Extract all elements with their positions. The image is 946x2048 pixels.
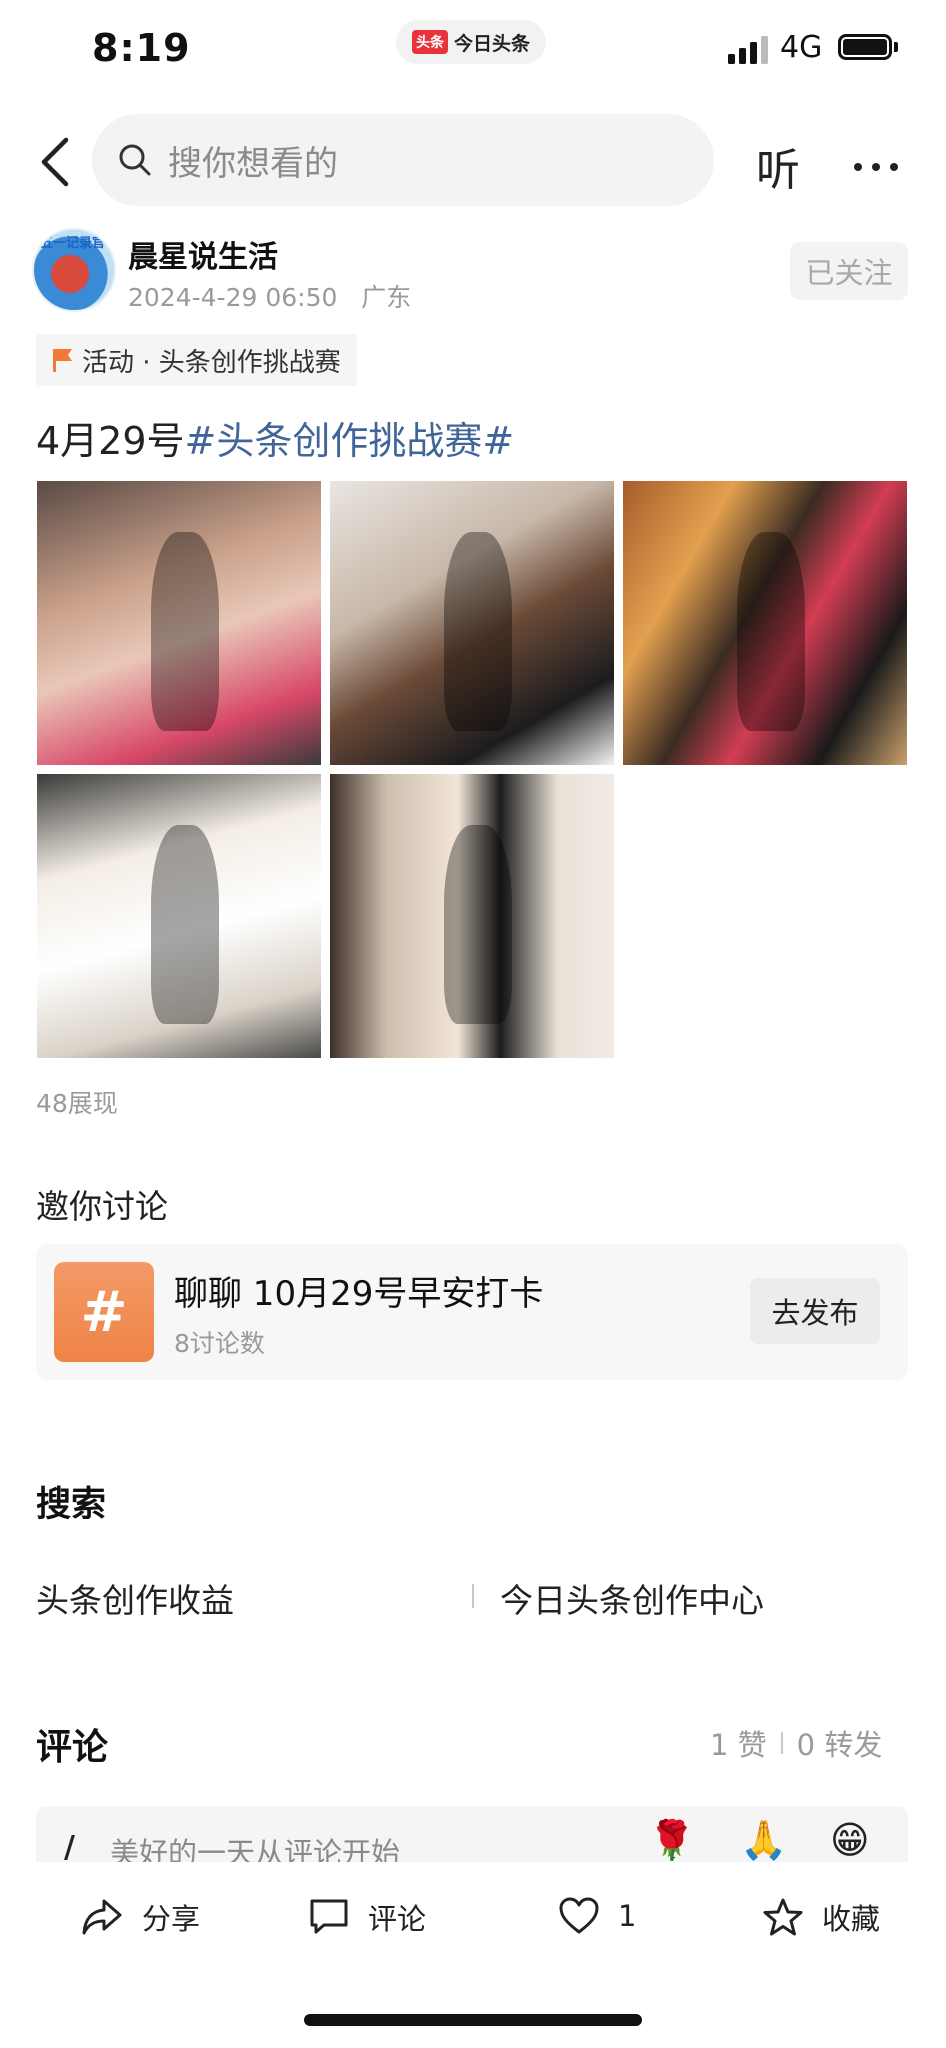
post-image-3[interactable] — [623, 481, 907, 765]
back-arrow-icon[interactable] — [36, 136, 72, 188]
view-count: 48展现 — [36, 1089, 118, 1118]
post-date: 2024-4-29 06:50 — [128, 283, 338, 312]
collect-button[interactable]: 收藏 — [762, 1896, 880, 1938]
flag-icon — [53, 349, 72, 372]
hashtag-link[interactable]: #头条创作挑战赛# — [185, 419, 515, 463]
share-button[interactable]: 分享 — [80, 1896, 200, 1938]
divider — [472, 1584, 474, 1608]
home-indicator[interactable] — [304, 2014, 642, 2026]
network-type: 4G — [780, 30, 823, 65]
more-icon[interactable] — [854, 156, 908, 175]
battery-cap — [894, 42, 898, 52]
search-icon — [119, 144, 151, 176]
search-bar[interactable]: 搜你想看的 — [92, 114, 714, 206]
heart-icon — [559, 1897, 599, 1934]
battery-icon — [838, 34, 892, 60]
toutiao-logo: 头条 — [411, 30, 448, 54]
pen-icon: / — [64, 1830, 75, 1865]
post-text-prefix: 4月29号 — [36, 419, 185, 463]
discussion-topic[interactable]: 聊聊 10月29号早安打卡 — [174, 1266, 543, 1315]
star-icon — [763, 1898, 803, 1936]
like-count: 1 — [618, 1899, 637, 1933]
comment-button[interactable]: 评论 — [308, 1896, 426, 1938]
like-button[interactable]: 1 — [558, 1896, 636, 1936]
activity-label: 活动 · 头条创作挑战赛 — [82, 347, 341, 378]
pray-emoji-button[interactable]: 🙏 — [740, 1818, 787, 1863]
post-meta: 2024-4-29 06:50 广东 — [128, 278, 411, 314]
activity-tag[interactable]: 活动 · 头条创作挑战赛 — [36, 334, 357, 386]
signal-icon — [728, 36, 768, 64]
post-text: 4月29号#头条创作挑战赛# — [36, 410, 514, 465]
comment-icon — [310, 1899, 348, 1934]
comments-title: 评论 — [36, 1727, 109, 1768]
search-placeholder: 搜你想看的 — [168, 143, 338, 184]
reposts-stat: 0 转发 — [796, 1728, 883, 1762]
status-time: 8:19 — [92, 26, 191, 70]
post-location: 广东 — [361, 283, 412, 312]
share-label: 分享 — [142, 1902, 201, 1936]
collect-label: 收藏 — [822, 1902, 881, 1936]
post-image-1[interactable] — [37, 481, 321, 765]
discussion-title: 邀你讨论 — [36, 1187, 168, 1226]
search-section-title: 搜索 — [36, 1485, 107, 1525]
avatar[interactable]: 五一记录官 — [32, 228, 116, 312]
author-name[interactable]: 晨星说生活 — [128, 232, 278, 276]
likes-stat: 1 赞 — [710, 1728, 767, 1762]
grin-emoji-button[interactable]: 😁 — [830, 1818, 870, 1862]
avatar-badge: 五一记录官 — [40, 236, 106, 251]
post-image-2[interactable] — [330, 481, 614, 765]
follow-button[interactable]: 已关注 — [790, 242, 908, 300]
app-name: 今日头条 — [453, 32, 530, 55]
post-stats: 1 赞 0 转发 — [710, 1722, 882, 1764]
app-indicator[interactable]: 头条 今日头条 — [396, 20, 546, 64]
share-icon — [82, 1899, 122, 1935]
hashtag-icon: # — [54, 1262, 154, 1362]
search-suggestion[interactable]: 今日头条创作中心 — [500, 1574, 764, 1622]
discussion-count: 8讨论数 — [174, 1329, 265, 1358]
listen-button[interactable]: 听 — [756, 134, 800, 198]
post-image-5[interactable] — [330, 774, 614, 1058]
rose-emoji-button[interactable]: 🌹 — [648, 1818, 695, 1863]
post-image-4[interactable] — [37, 774, 321, 1058]
search-suggestion[interactable]: 头条创作收益 — [36, 1574, 234, 1622]
publish-button[interactable]: 去发布 — [750, 1278, 880, 1344]
comment-label: 评论 — [368, 1902, 427, 1936]
